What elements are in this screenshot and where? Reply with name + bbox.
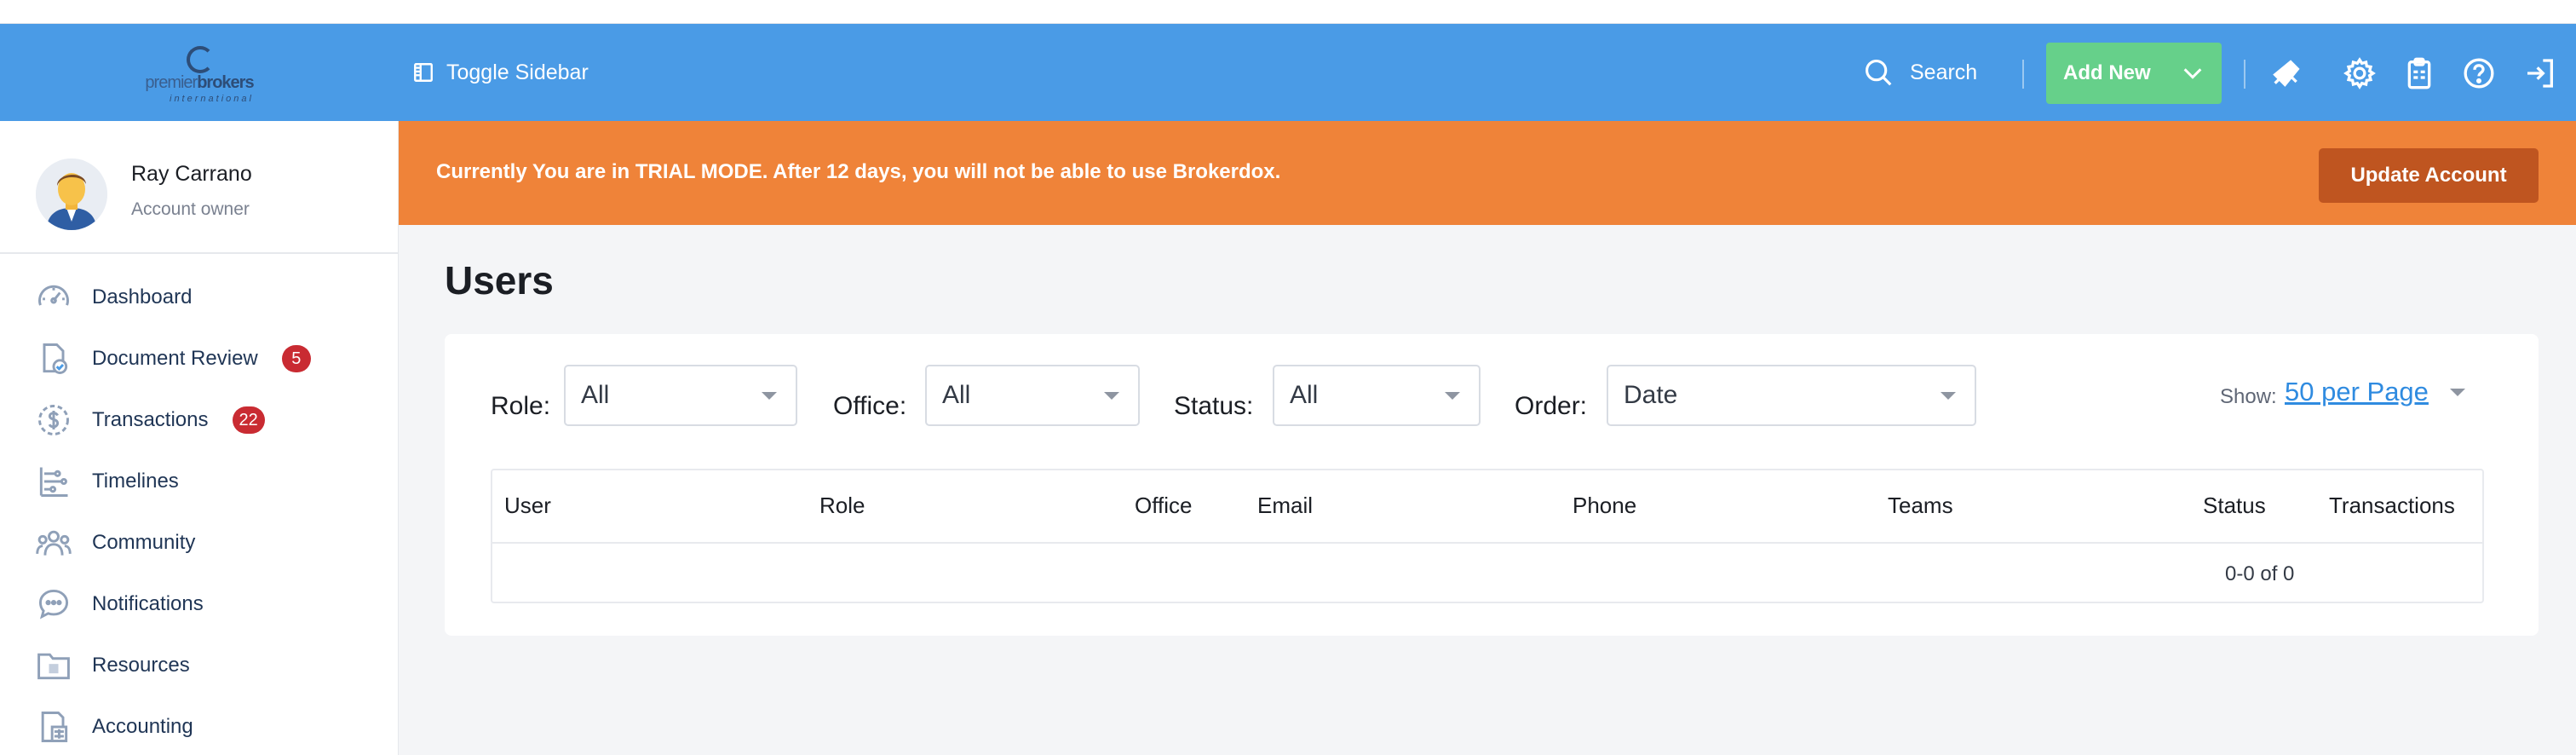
user-name: Ray Carrano <box>131 162 252 186</box>
logo-wordmark: premierbrokers <box>145 73 254 92</box>
gear-icon[interactable] <box>2343 56 2377 90</box>
page-size-label: Show: <box>2220 385 2277 408</box>
office-filter-value: All <box>942 381 971 409</box>
topbar-divider <box>2022 60 2024 89</box>
browser-bookmarks-strip <box>0 0 2576 24</box>
page-title: Users <box>445 258 554 303</box>
pagination-summary: 0-0 of 0 <box>2225 562 2295 585</box>
logo-mark-icon <box>187 46 214 73</box>
timeline-icon <box>34 462 73 501</box>
column-header-teams[interactable]: Teams <box>1888 493 1953 519</box>
column-header-role[interactable]: Role <box>819 493 865 519</box>
office-filter-label: Office: <box>833 392 907 420</box>
sidebar-item-timelines[interactable]: Timelines <box>34 460 179 503</box>
caret-down-icon[interactable] <box>2450 389 2465 396</box>
page-size-select[interactable]: 50 per Page <box>2285 377 2429 407</box>
column-header-office[interactable]: Office <box>1135 493 1192 519</box>
chevron-down-icon[interactable] <box>2181 61 2205 85</box>
sidebar-item-resources[interactable]: Resources <box>34 644 190 687</box>
sidebar-item-label: Community <box>92 531 196 554</box>
status-filter-value: All <box>1290 381 1319 409</box>
clipboard-icon[interactable] <box>2402 56 2436 90</box>
sidebar-item-accounting[interactable]: Accounting <box>34 706 193 748</box>
column-header-email[interactable]: Email <box>1257 493 1313 519</box>
megaphone-icon[interactable] <box>2269 56 2303 90</box>
sidebar-item-label: Dashboard <box>92 285 193 308</box>
topbar-divider <box>2244 60 2245 89</box>
sidebar-item-dashboard[interactable]: Dashboard <box>34 276 192 319</box>
sidebar-toggle-icon <box>414 63 433 82</box>
premier-brokers-logo: premierbrokers international <box>135 43 263 104</box>
transactions-count-badge: 22 <box>232 406 265 434</box>
caret-down-icon <box>1104 392 1119 400</box>
sidebar-item-label: Notifications <box>92 592 204 615</box>
search-icon <box>1865 59 1892 86</box>
toggle-sidebar-button[interactable]: Toggle Sidebar <box>412 24 589 121</box>
column-header-status[interactable]: Status <box>2203 493 2266 519</box>
top-navigation-bar: premierbrokers international Toggle Side… <box>0 24 2576 121</box>
trial-mode-message: Currently You are in TRIAL MODE. After 1… <box>436 160 1281 183</box>
role-filter-value: All <box>581 381 610 409</box>
update-account-button[interactable]: Update Account <box>2319 148 2539 203</box>
column-header-phone[interactable]: Phone <box>1573 493 1636 519</box>
sidebar-item-community[interactable]: Community <box>34 522 195 564</box>
users-table: User Role Office Email Phone Teams Statu… <box>491 469 2484 603</box>
column-header-user[interactable]: User <box>504 493 551 519</box>
logo-subtitle: international <box>170 94 254 104</box>
folder-icon <box>34 646 73 685</box>
document-check-icon <box>34 339 73 378</box>
sidebar-item-label: Timelines <box>92 470 179 493</box>
add-new-button[interactable]: Add New <box>2046 43 2222 104</box>
sidebar-item-notifications[interactable]: Notifications <box>34 583 204 625</box>
sidebar-item-document-review[interactable]: Document Review 5 <box>34 337 311 380</box>
order-filter-value: Date <box>1624 381 1678 409</box>
column-header-transactions[interactable]: Transactions <box>2329 493 2455 519</box>
avatar[interactable] <box>36 158 107 230</box>
user-profile[interactable]: Ray Carrano Account owner <box>0 121 399 254</box>
caret-down-icon <box>1445 392 1460 400</box>
office-filter-select[interactable]: All <box>925 365 1140 426</box>
role-filter-select[interactable]: All <box>564 365 797 426</box>
sidebar-item-label: Resources <box>92 654 190 677</box>
sidebar-item-label: Accounting <box>92 715 193 738</box>
order-filter-select[interactable]: Date <box>1607 365 1976 426</box>
user-role: Account owner <box>131 199 250 219</box>
sidebar-item-label: Transactions <box>92 408 209 431</box>
caret-down-icon <box>762 392 777 400</box>
search-button[interactable]: Search <box>1862 24 1977 121</box>
search-label: Search <box>1910 60 1978 84</box>
users-table-header: User Role Office Email Phone Teams Statu… <box>492 470 2482 544</box>
calculator-icon <box>34 707 73 746</box>
chat-bubble-icon <box>34 585 73 624</box>
sidebar: Ray Carrano Account owner Dashboard Docu… <box>0 121 399 755</box>
logout-icon[interactable] <box>2523 56 2557 90</box>
status-filter-label: Status: <box>1174 392 1254 420</box>
trial-mode-banner: Currently You are in TRIAL MODE. After 1… <box>399 121 2576 225</box>
people-icon <box>34 523 73 562</box>
sidebar-item-transactions[interactable]: Transactions 22 <box>34 399 265 441</box>
brand-logo-area[interactable]: premierbrokers international <box>0 24 399 121</box>
sidebar-item-label: Document Review <box>92 347 258 370</box>
role-filter-label: Role: <box>491 392 551 420</box>
status-filter-select[interactable]: All <box>1273 365 1481 426</box>
caret-down-icon <box>1941 392 1956 400</box>
speedometer-icon <box>34 278 73 317</box>
users-panel: Role: All Office: All Status: All Order:… <box>445 334 2539 636</box>
document-review-count-badge: 5 <box>281 345 311 372</box>
dollar-circle-icon <box>34 401 73 440</box>
add-new-label: Add New <box>2063 61 2151 84</box>
order-filter-label: Order: <box>1515 392 1588 420</box>
toggle-sidebar-label: Toggle Sidebar <box>446 60 589 84</box>
help-icon[interactable] <box>2462 56 2496 90</box>
